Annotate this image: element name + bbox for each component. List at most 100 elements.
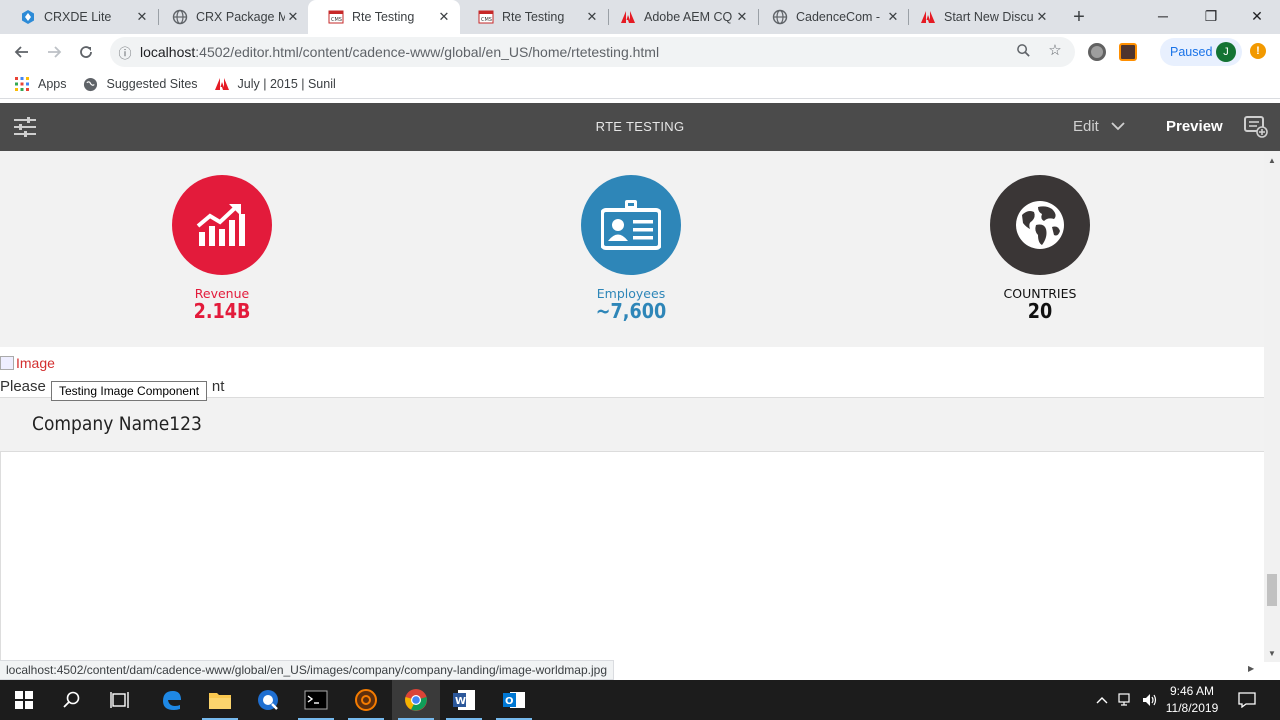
bookmark-suggested-sites[interactable]: Suggested Sites [83,76,198,92]
task-view-button[interactable] [96,680,144,720]
profile-paused-button[interactable]: Paused J [1160,38,1242,66]
close-window-button[interactable]: ✕ [1234,0,1280,32]
scroll-right-icon[interactable]: ▶ [1248,664,1254,673]
tab-rte-testing-active[interactable]: CMS Rte Testing ✕ [308,0,460,34]
start-button[interactable] [0,680,48,720]
zoom-icon[interactable] [1014,41,1032,59]
address-bar[interactable]: ⓘ localhost:4502/editor.html/content/cad… [110,37,1075,67]
system-clock[interactable]: 9:46 AM 11/8/2019 [1162,683,1222,717]
windows-taskbar: W O 9:46 AM 11/8/2019 [0,680,1280,720]
extension-icon[interactable] [1119,43,1137,61]
back-button[interactable] [8,38,36,66]
close-tab-icon[interactable]: ✕ [436,9,452,25]
preview-button[interactable]: Preview [1166,103,1223,151]
aem-editor-header: RTE TESTING Edit Preview [0,103,1280,151]
taskbar-edge[interactable] [148,680,196,720]
tab-strip: CRXDE Lite ✕ CRX Package M ✕ CMS Rte Tes… [0,0,1280,34]
taskbar-word[interactable]: W [440,680,488,720]
cms-icon: CMS [328,9,344,25]
close-tab-icon[interactable]: ✕ [134,9,150,25]
bookmark-label: Apps [38,77,67,91]
tab-crx-package-manager[interactable]: CRX Package M ✕ [152,0,309,34]
stat-value: ~7,600 [595,299,667,323]
stat-value: 20 [1027,299,1053,323]
new-tab-button[interactable]: + [1068,6,1090,28]
status-bubble: localhost:4502/content/dam/cadence-www/g… [0,660,614,680]
vertical-scrollbar[interactable]: ▲ ▼ [1264,151,1280,662]
taskbar-terminal[interactable] [292,680,340,720]
tab-adobe-aem-cq[interactable]: Adobe AEM CQ ✕ [600,0,758,34]
restore-button[interactable]: ❐ [1188,0,1234,32]
edit-mode-dropdown[interactable]: Edit [1073,103,1125,151]
broken-image-link[interactable]: Image [0,355,55,371]
id-badge-icon [581,175,681,275]
cms-icon: CMS [478,9,494,25]
stat-countries: COUNTRIES 20 [970,175,1110,321]
scroll-down-icon[interactable]: ▼ [1264,646,1280,660]
taskbar-file-explorer[interactable] [196,680,244,720]
minimize-button[interactable]: ─ [1140,0,1186,32]
adobe-icon [920,9,936,25]
close-tab-icon[interactable]: ✕ [734,9,750,25]
page-canvas: Revenue 2.14B Employees ~7,600 COUNTRIES… [0,151,1264,662]
forward-button[interactable] [40,38,68,66]
url-host: localhost [140,44,196,60]
svg-text:CMS: CMS [481,17,492,23]
bookmarks-bar: Apps Suggested Sites July | 2015 | Sunil [0,70,1280,99]
show-hidden-icons[interactable] [1096,680,1108,720]
stat-revenue: Revenue 2.14B [152,175,292,321]
extension-icon[interactable] [1088,43,1106,61]
bookmark-apps[interactable]: Apps [14,76,67,92]
paused-label: Paused [1170,45,1213,59]
taskbar-chrome[interactable] [392,680,440,720]
back-arrow-icon [14,46,28,58]
crxde-icon [20,9,36,25]
scrollbar-thumb[interactable] [1267,574,1277,606]
search-button[interactable] [48,680,96,720]
update-alert-icon[interactable]: ! [1250,43,1266,59]
reload-icon [80,46,92,58]
taskbar-app[interactable] [342,680,390,720]
placeholder-text-start: Please [0,378,46,395]
notifications-icon[interactable] [1238,680,1256,720]
broken-image-icon [0,356,14,370]
forward-arrow-icon [48,46,62,58]
avatar: J [1216,42,1236,62]
annotations-icon[interactable] [1244,116,1268,138]
browser-toolbar: ⓘ localhost:4502/editor.html/content/cad… [0,34,1280,70]
reload-button[interactable] [72,38,100,66]
chevron-down-icon [1111,122,1125,131]
tab-cadencecom[interactable]: CadenceCom - ✕ [752,0,909,34]
close-tab-icon[interactable]: ✕ [885,9,901,25]
tab-crxde-lite[interactable]: CRXDE Lite ✕ [0,0,158,34]
app-icon [355,689,377,711]
search-icon [63,691,80,708]
taskbar-app[interactable] [244,680,292,720]
tooltip: Testing Image Component [51,381,208,401]
adobe-icon [620,9,636,25]
adobe-icon [214,76,230,92]
close-tab-icon[interactable]: ✕ [1034,9,1050,25]
close-tab-icon[interactable]: ✕ [285,9,301,25]
bookmark-july-2015-sunil[interactable]: July | 2015 | Sunil [214,76,336,92]
bookmark-label: July | 2015 | Sunil [237,77,336,91]
chrome-icon [405,689,427,711]
word-icon: W [453,690,475,710]
tab-rte-testing[interactable]: CMS Rte Testing ✕ [458,0,608,34]
close-tab-icon[interactable]: ✕ [584,9,600,25]
scroll-up-icon[interactable]: ▲ [1264,153,1280,167]
company-name: Company Name123 [32,413,202,435]
svg-text:O: O [505,696,514,707]
taskbar-outlook[interactable]: O [490,680,538,720]
volume-icon[interactable] [1142,680,1158,720]
empty-component-area [0,452,1264,662]
revenue-chart-icon [172,175,272,275]
bookmark-star-icon[interactable]: ☆ [1046,41,1064,59]
site-info-icon[interactable]: ⓘ [110,43,140,62]
network-icon[interactable] [1118,680,1134,720]
tab-start-new-discussion[interactable]: Start New Discu ✕ [900,0,1058,34]
globe-icon [772,9,788,25]
placeholder-text-end: nt [211,378,225,395]
company-stats-section: Revenue 2.14B Employees ~7,600 COUNTRIES… [0,151,1264,347]
svg-text:W: W [455,696,466,707]
